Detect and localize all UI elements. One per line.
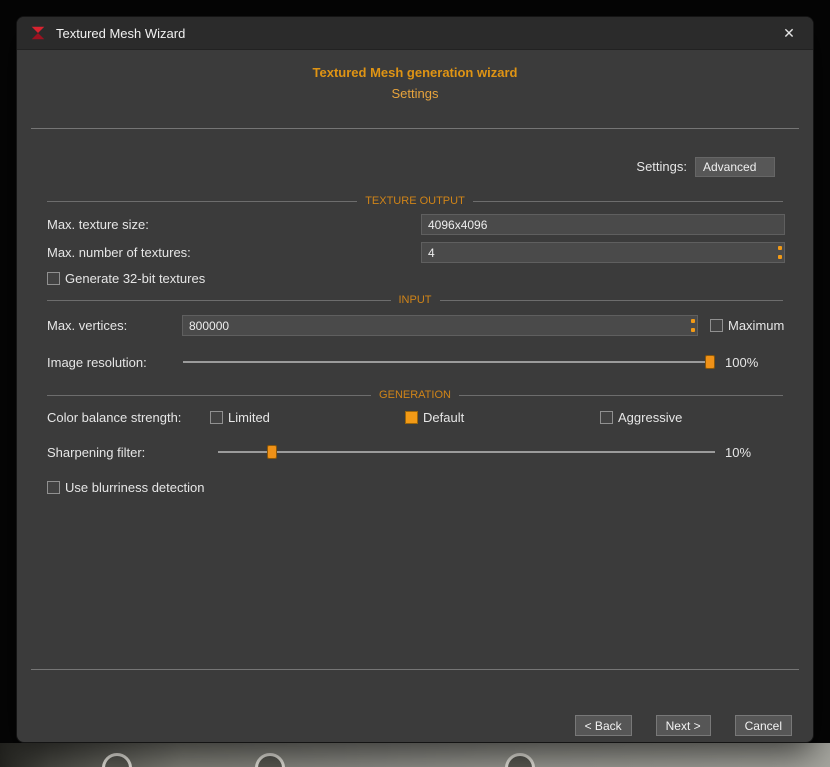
max-texture-size-input[interactable]: [422, 215, 784, 234]
section-line: [47, 300, 391, 301]
section-header-input: INPUT: [47, 293, 783, 307]
control-point-marker: [505, 753, 535, 767]
max-textures-spinbox[interactable]: [421, 242, 785, 263]
sharpening-filter-label: Sharpening filter:: [47, 442, 145, 463]
maximum-checkbox[interactable]: Maximum: [710, 318, 784, 333]
color-balance-aggressive-checkbox[interactable]: Aggressive: [600, 410, 682, 425]
viewport-photo-strip: [0, 743, 830, 767]
max-vertices-spinbox[interactable]: [182, 315, 698, 336]
slider-handle[interactable]: [705, 355, 715, 369]
settings-preset-select[interactable]: Advanced: [695, 157, 775, 177]
settings-preset-value: Advanced: [703, 160, 756, 174]
app-background: Textured Mesh Wizard ✕ Textured Mesh gen…: [0, 0, 830, 767]
spin-down-icon[interactable]: [691, 328, 695, 332]
section-header-texture-output: TEXTURE OUTPUT: [47, 194, 783, 208]
spin-up-icon[interactable]: [778, 246, 782, 250]
section-title: INPUT: [399, 293, 432, 307]
generate-32bit-checkbox[interactable]: Generate 32-bit textures: [47, 271, 205, 286]
max-textures-label: Max. number of textures:: [47, 242, 191, 263]
control-point-marker: [102, 753, 132, 767]
next-button[interactable]: Next >: [656, 715, 711, 736]
spin-up-icon[interactable]: [691, 319, 695, 323]
back-button[interactable]: < Back: [575, 715, 632, 736]
settings-preset-label: Settings:: [636, 157, 687, 177]
max-texture-size-field[interactable]: [421, 214, 785, 235]
image-resolution-value: 100%: [725, 352, 758, 373]
checkbox-box[interactable]: [47, 481, 60, 494]
slider-handle[interactable]: [267, 445, 277, 459]
color-balance-label: Color balance strength:: [47, 407, 181, 428]
checkbox-label: Use blurriness detection: [65, 480, 204, 495]
checkbox-label: Limited: [228, 410, 270, 425]
window-title: Textured Mesh Wizard: [56, 26, 185, 41]
section-line: [47, 201, 357, 202]
spin-buttons[interactable]: [777, 246, 782, 259]
checkbox-label: Default: [423, 410, 464, 425]
section-line: [473, 201, 783, 202]
checkbox-label: Maximum: [728, 318, 784, 333]
section-title: TEXTURE OUTPUT: [365, 194, 465, 208]
image-resolution-slider[interactable]: [183, 352, 715, 372]
separator-bottom: [31, 669, 799, 670]
checkbox-box[interactable]: [405, 411, 418, 424]
section-line: [459, 395, 783, 396]
checkbox-label: Aggressive: [618, 410, 682, 425]
section-title: GENERATION: [379, 388, 451, 402]
control-point-marker: [255, 753, 285, 767]
max-vertices-input[interactable]: [183, 316, 697, 335]
slider-track[interactable]: [218, 451, 715, 453]
color-balance-limited-checkbox[interactable]: Limited: [210, 410, 270, 425]
blurriness-detection-checkbox[interactable]: Use blurriness detection: [47, 480, 204, 495]
wizard-step-subtitle: Settings: [17, 86, 813, 102]
section-header-generation: GENERATION: [47, 388, 783, 402]
checkbox-box[interactable]: [710, 319, 723, 332]
wizard-footer: < Back Next > Cancel: [575, 715, 792, 736]
checkbox-box[interactable]: [210, 411, 223, 424]
max-texture-size-label: Max. texture size:: [47, 214, 149, 235]
slider-track[interactable]: [183, 361, 715, 363]
sharpening-filter-slider[interactable]: [218, 442, 715, 462]
cancel-button[interactable]: Cancel: [735, 715, 792, 736]
wizard-title: Textured Mesh generation wizard: [17, 65, 813, 81]
section-line: [47, 395, 371, 396]
dialog-titlebar: Textured Mesh Wizard ✕: [17, 17, 813, 50]
max-textures-input[interactable]: [422, 243, 784, 262]
max-vertices-label: Max. vertices:: [47, 315, 127, 336]
spin-down-icon[interactable]: [778, 255, 782, 259]
close-icon[interactable]: ✕: [777, 25, 801, 42]
checkbox-label: Generate 32-bit textures: [65, 271, 205, 286]
textured-mesh-wizard-dialog: Textured Mesh Wizard ✕ Textured Mesh gen…: [16, 16, 814, 743]
checkbox-box[interactable]: [600, 411, 613, 424]
separator-top: [31, 128, 799, 129]
sharpening-filter-value: 10%: [725, 442, 751, 463]
spin-buttons[interactable]: [690, 319, 695, 332]
color-balance-default-checkbox[interactable]: Default: [405, 410, 464, 425]
checkbox-box[interactable]: [47, 272, 60, 285]
zephyr-logo-icon: [29, 24, 47, 42]
image-resolution-label: Image resolution:: [47, 352, 147, 373]
section-line: [440, 300, 784, 301]
